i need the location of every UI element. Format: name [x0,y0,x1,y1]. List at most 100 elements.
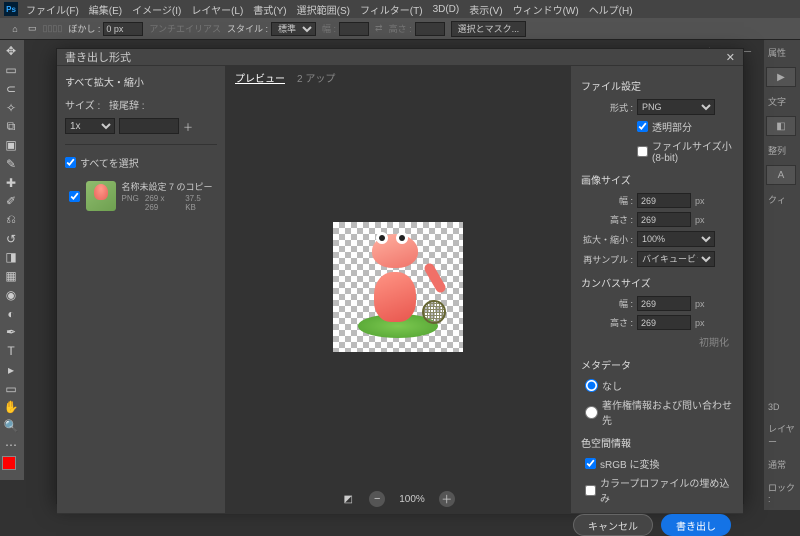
embed-profile-checkbox[interactable] [585,485,596,496]
shape-tool-icon[interactable]: ▭ [0,379,22,398]
menu-window[interactable]: ウィンドウ(W) [509,2,583,17]
transparency-checkbox[interactable] [637,121,648,132]
eyedropper-tool-icon[interactable]: ✎ [0,154,22,173]
lasso-tool-icon[interactable]: ⊂ [0,79,22,98]
srgb-checkbox[interactable] [585,458,596,469]
meta-copyright-radio[interactable] [585,406,598,419]
format-select[interactable]: PNG [637,99,715,115]
play-icon[interactable]: ▶ [766,67,796,87]
color-swatches[interactable] [0,454,22,478]
pen-tool-icon[interactable]: ✒ [0,323,22,342]
marquee-tool-icon[interactable]: ▭ [28,23,37,34]
panel-icon[interactable]: ◧ [766,116,796,136]
meta-copyright-label: 著作権情報および問い合わせ先 [602,397,733,427]
brush-tool-icon[interactable]: ✐ [0,192,22,211]
asset-checkbox[interactable] [69,191,80,202]
blur-tool-icon[interactable]: ◉ [0,286,22,305]
suffix-input[interactable] [119,118,179,134]
width-label: 幅 : [322,22,336,35]
blend-mode[interactable]: 通常 [766,456,798,473]
export-button[interactable]: 書き出し [661,514,731,536]
marquee-tool-icon[interactable]: ▭ [0,61,22,80]
zoom-in-icon[interactable]: ＋ [439,491,455,507]
tab-2up[interactable]: 2 アップ [297,70,335,85]
lock-label: ロック : [766,479,798,506]
crop-tool-icon[interactable]: ⧉ [0,117,22,136]
reset-link[interactable]: 初期化 [581,334,733,349]
3d-panel-tab[interactable]: 3D [766,400,798,414]
asset-filesize: 37.5 KB [185,194,213,212]
file-settings-header: ファイル設定 [581,78,733,93]
menu-select[interactable]: 選択範囲(S) [293,2,354,17]
antialias-checkbox: アンチエイリアス [149,22,221,35]
dialog-footer: キャンセル 書き出し [57,513,743,536]
canvas-bg-toggle-icon[interactable]: ◩ [341,492,355,506]
select-all-label: すべてを選択 [80,155,139,170]
stamp-tool-icon[interactable]: ⎌ [0,211,22,230]
menu-layer[interactable]: レイヤー(L) [187,2,247,17]
menu-filter[interactable]: フィルター(T) [356,2,427,17]
size-label: サイズ : [65,97,105,112]
asset-list-item[interactable]: 名称未設定 7 のコピー PNG 269 x 269 37.5 KB [65,176,217,216]
quick-panel-tab[interactable]: クィ [766,191,798,208]
img-width-label: 幅 : [581,194,633,207]
select-and-mask-button[interactable]: 選択とマスク... [451,21,527,37]
menu-help[interactable]: ヘルプ(H) [585,2,637,17]
resample-select[interactable]: バイキュービック... [637,251,715,267]
hand-tool-icon[interactable]: ✋ [0,398,22,417]
menu-3d[interactable]: 3D(D) [429,4,464,15]
eraser-tool-icon[interactable]: ◨ [0,248,22,267]
healing-tool-icon[interactable]: ✚ [0,173,22,192]
home-icon[interactable]: ⌂ [8,22,22,36]
menu-file[interactable]: ファイル(F) [22,2,83,17]
path-select-tool-icon[interactable]: ▸ [0,360,22,379]
zoom-out-icon[interactable]: − [369,491,385,507]
properties-panel-tab[interactable]: 属性 [766,44,798,61]
scale-select[interactable]: 100% [637,231,715,247]
close-icon[interactable]: ✕ [726,51,735,64]
move-tool-icon[interactable]: ✥ [0,42,22,61]
dodge-tool-icon[interactable]: ◐ [0,304,22,323]
add-size-icon[interactable]: ＋ [183,119,193,134]
history-brush-tool-icon[interactable]: ↺ [0,229,22,248]
menu-edit[interactable]: 編集(E) [85,2,126,17]
img-width-input[interactable] [637,193,691,208]
right-panel-dock: 属性 ▶ 文字 ◧ 整列 A クィ 3D レイヤー 通常 ロック : [764,40,800,510]
select-all-checkbox[interactable] [65,157,76,168]
srgb-label: sRGB に変換 [600,456,659,471]
ps-logo-icon: Ps [4,2,18,16]
tab-preview[interactable]: プレビュー [235,70,285,85]
frame-tool-icon[interactable]: ▣ [0,136,22,155]
feather-input[interactable] [103,22,143,36]
asset-dims: 269 x 269 [145,194,179,212]
adjust-panel-tab[interactable]: 整列 [766,142,798,159]
px-unit: px [695,299,711,309]
cancel-button[interactable]: キャンセル [573,514,653,536]
dialog-left-pane: すべて拡大・縮小 サイズ : 接尾辞 : 1x ＋ すべてを選択 名称未設定 7… [57,66,225,513]
img-height-input[interactable] [637,212,691,227]
style-select[interactable]: 標準 [271,22,316,36]
gradient-tool-icon[interactable]: ▦ [0,267,22,286]
smaller-file-checkbox[interactable] [637,146,648,157]
colorspace-header: 色空間情報 [581,435,733,450]
meta-none-radio[interactable] [585,379,598,392]
options-bar: ⌂ ▭ ▯▯▯▯ ぼかし : アンチエイリアス スタイル : 標準 幅 : ⇄ … [0,18,800,40]
asset-name: 名称未設定 7 のコピー [122,180,213,193]
zoom-level: 100% [399,494,425,505]
more-tools-icon[interactable]: ⋯ [0,435,22,454]
quick-select-tool-icon[interactable]: ✧ [0,98,22,117]
fg-color-swatch[interactable] [2,456,16,470]
size-select[interactable]: 1x [65,118,115,134]
menu-image[interactable]: イメージ(I) [128,2,185,17]
canvas-height-input[interactable] [637,315,691,330]
char-a-icon[interactable]: A [766,165,796,185]
scale-all-header: すべて拡大・縮小 [65,74,217,89]
format-label: 形式 : [581,101,633,114]
canvas-width-input[interactable] [637,296,691,311]
type-tool-icon[interactable]: T [0,342,22,361]
layers-panel-tab[interactable]: レイヤー [766,420,798,450]
menu-view[interactable]: 表示(V) [465,2,506,17]
menu-type[interactable]: 書式(Y) [249,2,290,17]
zoom-tool-icon[interactable]: 🔍 [0,417,22,436]
char-panel-tab[interactable]: 文字 [766,93,798,110]
